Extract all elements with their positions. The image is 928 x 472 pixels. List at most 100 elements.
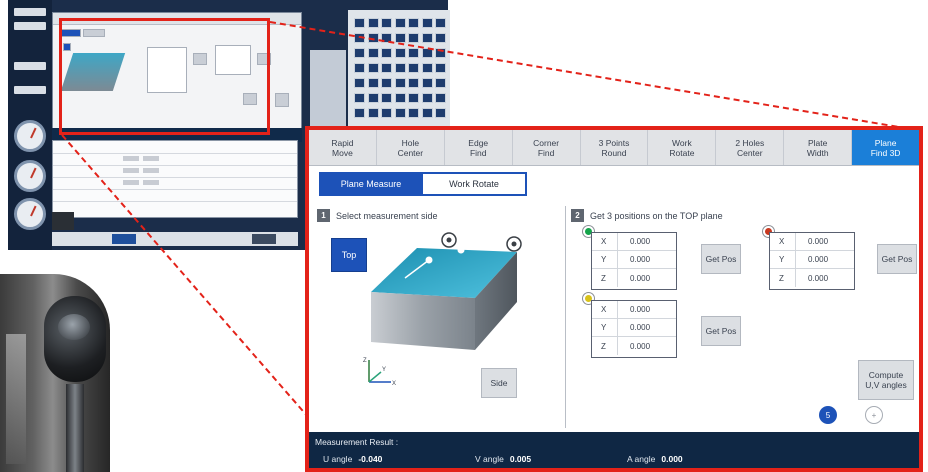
bg-coordinate-table xyxy=(52,140,298,218)
machine-probe-photo xyxy=(0,274,110,472)
probe-marker-dot xyxy=(511,241,517,247)
bg-keypad-key xyxy=(408,18,419,28)
point-1-z-row: Z 0.000 xyxy=(592,269,676,287)
point-2-x-value: 0.000 xyxy=(808,237,829,246)
bg-mini-block xyxy=(275,93,289,107)
side-button[interactable]: Side xyxy=(481,368,517,398)
point-2-y-value: 0.000 xyxy=(808,255,829,264)
function-tab-bar: Rapid Move Hole Center Edge Find Corner … xyxy=(309,130,919,166)
bg-keypad-key xyxy=(354,48,365,58)
zoom-source-highlight xyxy=(59,18,270,135)
u-angle-label: U angle xyxy=(323,454,353,464)
v-angle-result: V angle 0.005 xyxy=(475,454,531,464)
axis-x-label: X xyxy=(592,301,618,318)
tab-rapid-move[interactable]: Rapid Move xyxy=(309,130,377,165)
a-angle-label: A angle xyxy=(627,454,656,464)
page-indicator-current[interactable]: 5 xyxy=(819,406,837,424)
bg-keypad-key xyxy=(381,63,392,73)
tab-3-points-round[interactable]: 3 Points Round xyxy=(581,130,649,165)
bg-keypad-key xyxy=(394,93,406,103)
point-3-z-value: 0.000 xyxy=(630,341,651,351)
workpiece-front-face xyxy=(371,292,475,350)
page-add-button[interactable]: + xyxy=(865,406,883,424)
axis-triad-icon: Z X Y xyxy=(363,358,396,387)
point-3-x-row: X 0.000 xyxy=(592,301,676,319)
bg-keypad-key xyxy=(381,33,392,43)
bg-table-cell xyxy=(123,156,139,161)
probe-shaft xyxy=(66,384,84,472)
bg-table-line xyxy=(53,165,297,166)
point-2-z-row: Z 0.000 xyxy=(770,269,854,287)
tab-work-rotate[interactable]: Work Rotate xyxy=(648,130,717,165)
point-2-z-value: 0.000 xyxy=(808,273,829,283)
bg-keypad-key xyxy=(408,48,419,58)
point-1-y-row: Y 0.000 xyxy=(592,251,676,269)
bg-keypad-key xyxy=(367,48,379,58)
bg-keypad-key xyxy=(421,48,433,58)
section-1-title: Select measurement side xyxy=(336,210,438,221)
bg-keypad-key xyxy=(435,63,446,73)
axis-x-label: X xyxy=(592,233,618,250)
y-axis-label: Y xyxy=(382,367,386,373)
point-2-x-row: X 0.000 xyxy=(770,233,854,251)
bg-keypad-key xyxy=(421,93,433,103)
bg-chip xyxy=(14,86,46,94)
probe-point xyxy=(425,256,433,264)
bg-table-cell xyxy=(123,180,139,185)
point-3-get-pos-button[interactable]: Get Pos xyxy=(701,316,741,346)
bg-bottom-button xyxy=(112,234,136,244)
bg-keypad-key xyxy=(408,78,419,88)
tab-hole-center[interactable]: Hole Center xyxy=(377,130,445,165)
bg-keypad-key xyxy=(367,33,379,43)
bg-keypad-key xyxy=(421,78,433,88)
tab-2-holes-center[interactable]: 2 Holes Center xyxy=(716,130,785,165)
bg-keypad-key xyxy=(381,108,392,118)
tab-edge-find[interactable]: Edge Find xyxy=(445,130,513,165)
bg-chip xyxy=(14,8,46,16)
section-1-number: 1 xyxy=(317,209,330,222)
bg-keypad-key xyxy=(421,18,433,28)
plane-find-panel: Rapid Move Hole Center Edge Find Corner … xyxy=(305,126,923,472)
bg-keypad-key xyxy=(435,48,446,58)
bg-chip xyxy=(14,62,46,70)
bg-bottom-bar xyxy=(52,232,298,246)
gauge-icon xyxy=(14,120,46,152)
bg-keypad-key xyxy=(435,108,446,118)
bg-keypad-key xyxy=(394,18,406,28)
bg-table-cell xyxy=(143,156,159,161)
bg-mid-column xyxy=(310,50,346,130)
a-angle-value: 0.000 xyxy=(661,454,683,464)
subtab-plane-measure[interactable]: Plane Measure xyxy=(319,172,423,196)
bg-keypad-key xyxy=(354,78,365,88)
bg-keypad-key xyxy=(435,93,446,103)
section-divider xyxy=(565,206,566,428)
composite-stage: Rapid Move Hole Center Edge Find Corner … xyxy=(0,0,928,472)
subtab-work-rotate[interactable]: Work Rotate xyxy=(423,172,527,196)
tab-corner-find[interactable]: Corner Find xyxy=(513,130,581,165)
workpiece-illustration xyxy=(371,232,522,350)
bg-keypad-key xyxy=(435,33,446,43)
bg-keypad-key xyxy=(367,108,379,118)
point-2-get-pos-button[interactable]: Get Pos xyxy=(877,244,917,274)
section-2-header: 2 Get 3 positions on the TOP plane xyxy=(571,209,723,222)
point-3-x-value: 0.000 xyxy=(630,305,651,314)
point-1-get-pos-button[interactable]: Get Pos xyxy=(701,244,741,274)
gauge-icon xyxy=(14,160,46,192)
measurement-result-bar: Measurement Result : U angle -0.040 V ang… xyxy=(309,432,919,468)
point-3-y-row: Y 0.000 xyxy=(592,319,676,337)
bg-keypad-key xyxy=(354,63,365,73)
point-1-position-box: X 0.000 Y 0.000 Z 0.000 xyxy=(591,232,677,290)
tab-plane-find-3d[interactable]: Plane Find 3D xyxy=(852,130,919,165)
bg-keypad-key xyxy=(354,108,365,118)
y-axis-line xyxy=(368,371,382,383)
probe-marker-dot xyxy=(446,237,452,243)
bg-keypad-key xyxy=(367,78,379,88)
compute-uv-angles-button[interactable]: Compute U,V angles xyxy=(858,360,914,400)
tab-plate-width[interactable]: Plate Width xyxy=(784,130,853,165)
point-3-y-value: 0.000 xyxy=(630,323,651,332)
bg-keypad-key xyxy=(354,93,365,103)
bg-keypad-key xyxy=(354,18,365,28)
point-1-y-value: 0.000 xyxy=(630,255,651,264)
bg-keypad-key xyxy=(367,93,379,103)
axis-z-label: Z xyxy=(592,337,618,355)
